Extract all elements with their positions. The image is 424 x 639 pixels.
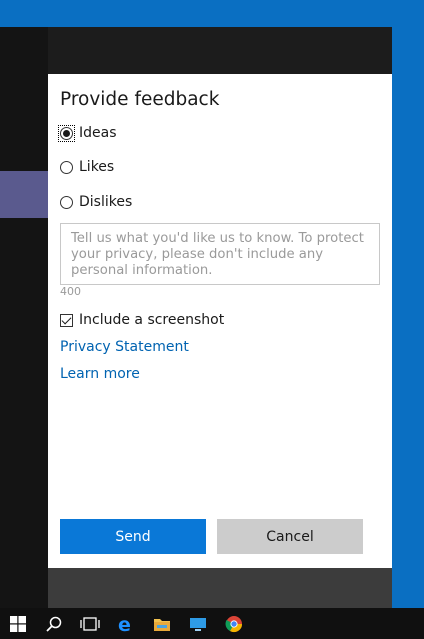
desktop-app-icon[interactable] (180, 608, 216, 639)
option-ideas[interactable]: Ideas (58, 122, 117, 144)
privacy-statement-link[interactable]: Privacy Statement (60, 339, 189, 355)
background-window-highlight (0, 171, 48, 218)
include-screenshot-label: Include a screenshot (79, 312, 225, 328)
option-ideas-label: Ideas (79, 125, 117, 141)
search-icon[interactable] (36, 608, 72, 639)
task-view-icon[interactable] (72, 608, 108, 639)
include-screenshot-option[interactable]: Include a screenshot (60, 310, 224, 330)
option-dislikes-label: Dislikes (79, 194, 133, 210)
focus-indicator (58, 124, 75, 142)
radio-likes[interactable] (60, 160, 73, 174)
background-window (0, 27, 48, 608)
send-button[interactable]: Send (60, 519, 206, 554)
include-screenshot-checkbox[interactable] (60, 313, 73, 327)
option-likes-label: Likes (79, 159, 115, 175)
option-dislikes[interactable]: Dislikes (60, 191, 132, 213)
svg-text:e: e (118, 615, 131, 633)
taskbar: e (0, 608, 424, 639)
radio-dislikes[interactable] (60, 195, 73, 209)
learn-more-link[interactable]: Learn more (60, 366, 140, 382)
radio-ideas[interactable] (60, 126, 73, 140)
cancel-button[interactable]: Cancel (217, 519, 363, 554)
edge-browser-icon[interactable]: e (108, 608, 144, 639)
chrome-icon[interactable] (216, 608, 252, 639)
window-title-area (48, 27, 392, 74)
feedback-input[interactable] (60, 223, 380, 285)
file-explorer-icon[interactable] (144, 608, 180, 639)
windows-start-icon[interactable] (0, 608, 36, 639)
window-bottom-area (48, 568, 392, 608)
dialog-title: Provide feedback (60, 89, 220, 110)
character-count: 400 (60, 285, 81, 298)
option-likes[interactable]: Likes (60, 156, 114, 178)
desktop-background (0, 0, 392, 27)
feedback-dialog: Provide feedback Ideas Likes Dislikes 40… (48, 74, 392, 568)
